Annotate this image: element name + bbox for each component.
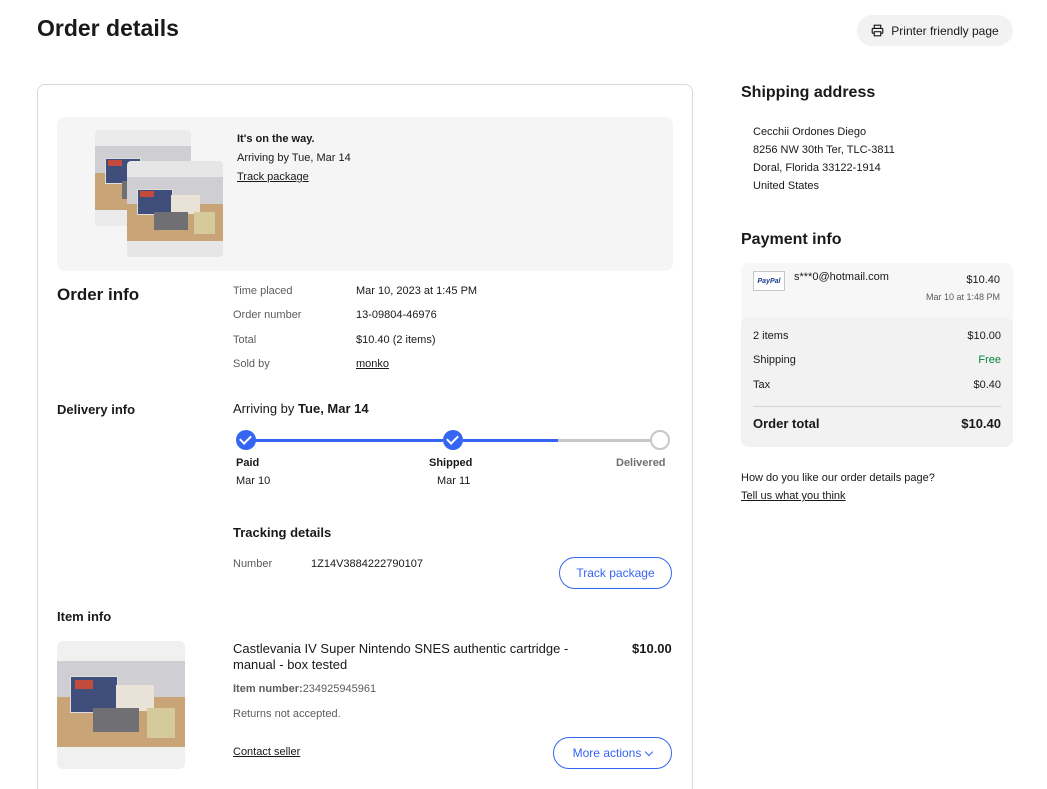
more-actions-button[interactable]: More actions [553,737,672,769]
printer-friendly-button[interactable]: Printer friendly page [857,15,1013,46]
delivery-arriving: Arriving by Tue, Mar 14 [233,401,369,416]
shipping-address: Cecchii Ordones Diego 8256 NW 30th Ter, … [753,123,895,195]
check-icon [236,430,256,450]
order-info-title: Order info [57,285,140,304]
order-total-value: $10.40 [961,416,1001,431]
item-info-title: Item info [57,609,112,624]
check-icon [443,430,463,450]
sold-by-label: Sold by [233,358,270,370]
pending-step-icon [650,430,670,450]
shipping-value: Free [978,354,1001,366]
address-country: United States [753,180,820,192]
progress-segment-remaining [558,439,650,442]
seller-link[interactable]: monko [356,358,389,370]
order-card: It's on the way. Arriving by Tue, Mar 14… [37,84,693,789]
step-shipped-date: Mar 11 [437,475,471,487]
order-number-value: 13-09804-46976 [356,309,437,321]
page-title: Order details [37,15,179,41]
payment-amount: $10.40 [966,274,1000,286]
shipment-status-banner: It's on the way. Arriving by Tue, Mar 14… [57,117,673,271]
shipping-label: Shipping [753,354,796,366]
order-total-row: Order total $10.40 [753,416,1001,431]
tax-value: $0.40 [973,379,1001,391]
total-value: $10.40 (2 items) [356,334,436,346]
step-paid-date: Mar 10 [236,475,271,487]
printer-icon [871,24,884,37]
payment-email: s***0@hotmail.com [794,271,889,283]
track-package-button[interactable]: Track package [559,557,672,589]
time-placed-value: Mar 10, 2023 at 1:45 PM [356,285,478,297]
arriving-date: Tue, Mar 14 [298,401,369,416]
summary-tax-row: Tax $0.40 [753,379,1001,391]
payment-date: Mar 10 at 1:48 PM [925,292,1000,302]
tracking-number-value: 1Z14V3884222790107 [311,558,423,570]
summary-items-row: 2 items $10.00 [753,330,1001,342]
address-name: Cecchii Ordones Diego [753,126,867,138]
returns-policy: Returns not accepted. [233,708,341,720]
status-headline: It's on the way. [237,133,315,145]
arriving-prefix: Arriving by [233,401,295,416]
step-shipped-label: Shipped [429,457,473,469]
paypal-logo: PayPal [753,271,785,291]
contact-seller-link[interactable]: Contact seller [233,746,300,758]
printer-button-label: Printer friendly page [891,23,999,38]
tracking-number-label: Number [233,558,273,570]
track-package-link[interactable]: Track package [237,168,351,187]
item-number-value: 234925945961 [302,683,377,695]
payment-info-title: Payment info [741,231,842,248]
order-summary: 2 items $10.00 Shipping Free Tax $0.40 O… [741,317,1013,447]
order-number-label: Order number [233,309,302,321]
item-price: $10.00 [632,641,672,656]
progress-segment-paid [253,439,443,442]
time-placed-label: Time placed [233,285,293,297]
status-arriving: Arriving by Tue, Mar 14 [237,152,351,164]
status-text: It's on the way. Arriving by Tue, Mar 14… [237,130,351,187]
address-city: Doral, Florida 33122-1914 [753,162,881,174]
items-label: 2 items [753,330,789,342]
progress-segment-shipped [463,439,558,442]
item-photo [127,177,223,241]
total-label: Total [233,334,257,346]
tax-label: Tax [753,379,771,391]
item-title[interactable]: Castlevania IV Super Nintendo SNES authe… [233,641,603,673]
item-thumbnail-front [127,161,223,257]
items-value: $10.00 [967,330,1001,342]
delivery-info-title: Delivery info [57,402,136,417]
item-image[interactable] [57,641,185,769]
shipping-address-title: Shipping address [741,84,876,101]
feedback-question: How do you like our order details page? [741,472,935,484]
order-total-label: Order total [753,416,820,431]
chevron-down-icon [645,747,654,756]
address-street: 8256 NW 30th Ter, TLC-3811 [753,144,895,156]
item-number-row: Item number:234925945961 [233,683,376,695]
summary-shipping-row: Shipping Free [753,354,1001,366]
summary-divider [753,406,1001,407]
payment-card: PayPal s***0@hotmail.com $10.40 Mar 10 a… [741,263,1013,447]
feedback-link[interactable]: Tell us what you think [741,490,846,502]
more-actions-label: More actions [572,746,642,760]
item-photo [57,661,185,747]
tracking-details-title: Tracking details [233,525,332,540]
step-paid-label: Paid [236,457,260,469]
step-delivered-label: Delivered [616,457,666,469]
item-number-label: Item number: [233,683,303,695]
